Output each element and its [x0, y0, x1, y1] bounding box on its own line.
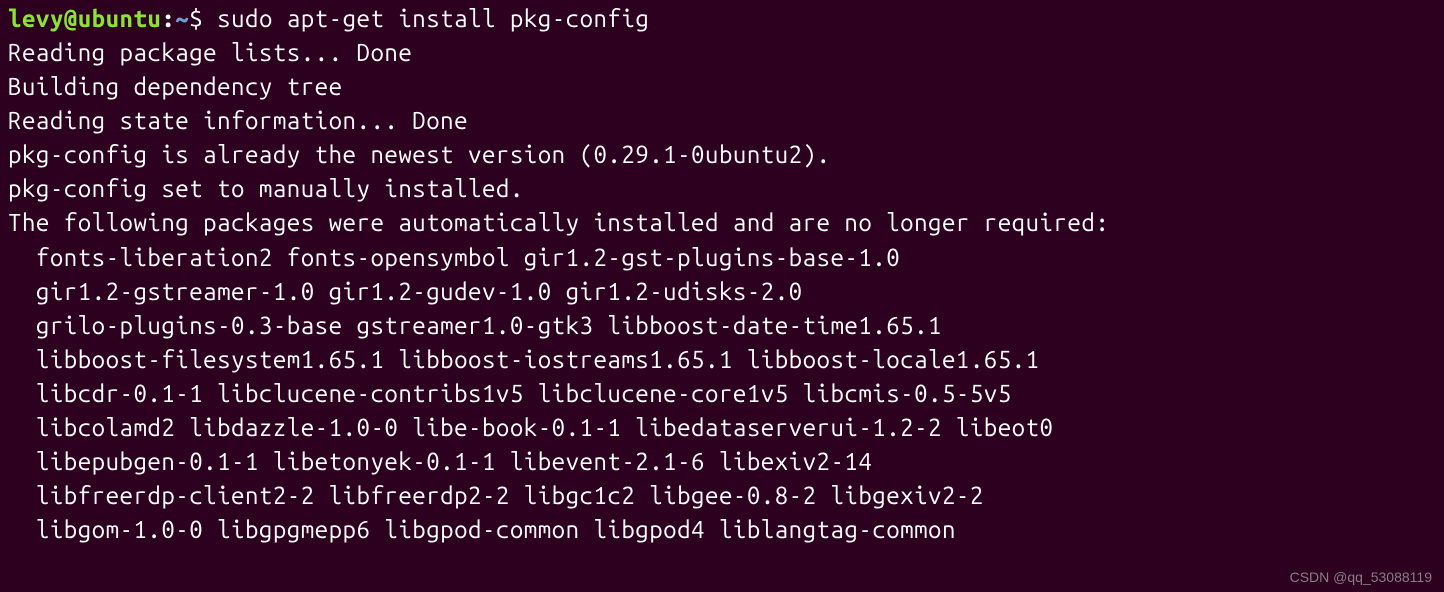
- output-line: pkg-config set to manually installed.: [8, 172, 1436, 206]
- prompt-user-host: levy@ubuntu: [8, 5, 161, 32]
- output-line: gir1.2-gstreamer-1.0 gir1.2-gudev-1.0 gi…: [8, 275, 1436, 309]
- prompt-colon: :: [161, 5, 175, 32]
- output-line: The following packages were automaticall…: [8, 206, 1436, 240]
- output-line: Reading package lists... Done: [8, 36, 1436, 70]
- prompt-line: levy@ubuntu:~$ sudo apt-get install pkg-…: [8, 2, 1436, 36]
- output-line: libcdr-0.1-1 libclucene-contribs1v5 libc…: [8, 377, 1436, 411]
- output-line: Building dependency tree: [8, 70, 1436, 104]
- prompt-dollar: $: [189, 5, 217, 32]
- command-text: sudo apt-get install pkg-config: [217, 5, 649, 32]
- watermark-text: CSDN @qq_53088119: [1290, 568, 1432, 588]
- output-line: libepubgen-0.1-1 libetonyek-0.1-1 libeve…: [8, 445, 1436, 479]
- prompt-path: ~: [175, 5, 189, 32]
- output-line: grilo-plugins-0.3-base gstreamer1.0-gtk3…: [8, 309, 1436, 343]
- output-line: fonts-liberation2 fonts-opensymbol gir1.…: [8, 241, 1436, 275]
- output-line: libcolamd2 libdazzle-1.0-0 libe-book-0.1…: [8, 411, 1436, 445]
- output-line: libgom-1.0-0 libgpgmepp6 libgpod-common …: [8, 513, 1436, 547]
- output-line: pkg-config is already the newest version…: [8, 138, 1436, 172]
- output-line: libfreerdp-client2-2 libfreerdp2-2 libgc…: [8, 479, 1436, 513]
- output-line: libboost-filesystem1.65.1 libboost-iostr…: [8, 343, 1436, 377]
- terminal-content[interactable]: levy@ubuntu:~$ sudo apt-get install pkg-…: [8, 2, 1436, 547]
- output-line: Reading state information... Done: [8, 104, 1436, 138]
